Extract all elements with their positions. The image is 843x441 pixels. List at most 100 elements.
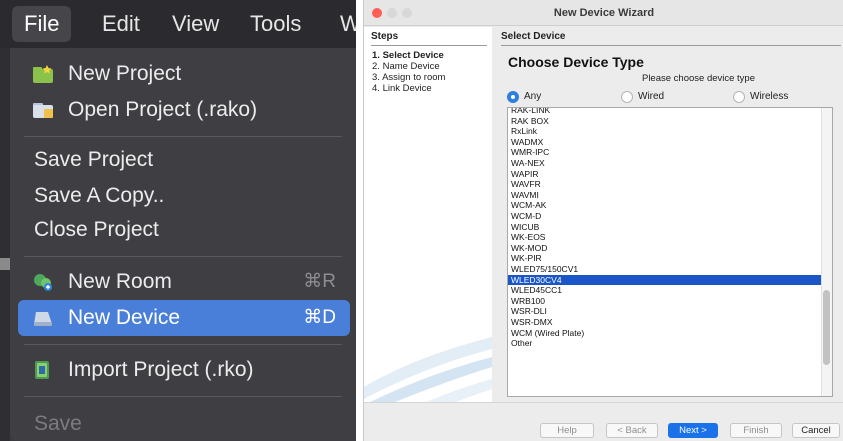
menu-item-label: Open Project (.rako) xyxy=(68,98,258,121)
step-select-device: 1. Select Device xyxy=(372,50,444,61)
menu-separator xyxy=(24,344,342,345)
import-icon xyxy=(35,361,49,379)
device-list-item-selected[interactable]: WLED30CV4 xyxy=(508,274,822,286)
radio-indicator xyxy=(507,91,519,103)
radio-any[interactable]: Any xyxy=(507,90,567,104)
step-name-device: 2. Name Device xyxy=(372,61,440,72)
device-list-item[interactable]: WSR-DMX xyxy=(508,317,822,328)
step-number: 4. xyxy=(372,83,380,94)
menu-item-label: Save A Copy.. xyxy=(34,184,165,207)
page-subtitle: Please choose device type xyxy=(641,73,756,84)
menu-item-label: Save xyxy=(34,412,82,435)
step-number: 2. xyxy=(372,61,380,72)
device-list-item[interactable]: WK-MOD xyxy=(508,243,822,254)
radio-wired[interactable]: Wired xyxy=(621,90,691,104)
menu-item-new-room[interactable]: New Room ⌘R xyxy=(18,264,350,300)
menu-item-label: Save Project xyxy=(34,148,154,171)
device-list-item[interactable]: WLED45CC1 xyxy=(508,285,822,296)
device-list-item[interactable]: RAK-LINK xyxy=(508,108,822,116)
radio-indicator xyxy=(733,91,745,103)
window-title: New Device Wizard xyxy=(553,7,655,19)
step-label: Link Device xyxy=(382,83,432,94)
steps-divider xyxy=(371,45,487,46)
menu-item-save[interactable]: Save xyxy=(18,406,350,441)
step-label: Assign to room xyxy=(382,72,446,83)
device-icon xyxy=(34,312,52,326)
menu-tools[interactable]: Tools xyxy=(238,6,313,42)
device-list-item[interactable]: Other xyxy=(508,338,822,349)
menu-item-label: Close Project xyxy=(34,218,159,241)
steps-panel: Steps 1. Select Device 2. Name Device 3.… xyxy=(364,27,492,427)
menu-item-new-device[interactable]: New Device ⌘D xyxy=(18,300,350,336)
folder-icon xyxy=(33,103,53,118)
list-scrollbar-thumb[interactable] xyxy=(823,290,830,365)
background-window-edge-highlight xyxy=(0,258,10,270)
menu-item-label: New Project xyxy=(68,62,182,85)
device-list-item[interactable]: WCM (Wired Plate) xyxy=(508,328,822,339)
finish-button[interactable]: Finish xyxy=(730,423,782,438)
menu-item-import-project[interactable]: Import Project (.rko) xyxy=(18,352,350,388)
menu-separator xyxy=(24,256,342,257)
menu-bar: File Edit View Tools W xyxy=(0,0,356,48)
device-list-item[interactable]: WK-EOS xyxy=(508,232,822,243)
menu-item-label: New Device xyxy=(68,306,181,329)
device-list-item[interactable]: WAVMI xyxy=(508,190,822,201)
steps-title: Steps xyxy=(371,31,399,42)
device-list-item[interactable]: WADMX xyxy=(508,137,822,148)
section-header: Select Device xyxy=(501,31,566,42)
new-device-wizard-window: New Device Wizard Steps 1. Select Device… xyxy=(363,0,843,441)
section-divider xyxy=(501,45,841,46)
device-list-item[interactable]: WLED75/150CV1 xyxy=(508,264,822,275)
menu-item-shortcut: ⌘D xyxy=(303,307,336,328)
menu-separator xyxy=(24,396,342,397)
device-list-item[interactable]: WA-NEX xyxy=(508,158,822,169)
menu-item-label: New Room xyxy=(68,270,172,293)
radio-label: Wireless xyxy=(750,91,789,102)
device-list-item[interactable]: RxLink xyxy=(508,126,822,137)
device-list-item[interactable]: RAK BOX xyxy=(508,116,822,127)
room-icon xyxy=(34,274,52,291)
menu-view[interactable]: View xyxy=(160,6,231,42)
device-list-item[interactable]: WMR-IPC xyxy=(508,147,822,158)
device-list-item[interactable]: WAVFR xyxy=(508,179,822,190)
menu-item-save-a-copy[interactable]: Save A Copy.. xyxy=(18,178,350,214)
menu-item-new-project[interactable]: New Project xyxy=(18,56,350,92)
menu-edit[interactable]: Edit xyxy=(90,6,152,42)
radio-wireless[interactable]: Wireless xyxy=(733,90,813,104)
menu-item-label: Import Project (.rko) xyxy=(68,358,254,381)
menu-item-save-project[interactable]: Save Project xyxy=(18,142,350,178)
back-button[interactable]: < Back xyxy=(606,423,658,438)
wizard-button-bar: Help < Back Next > Finish Cancel xyxy=(364,402,843,441)
device-list-item[interactable]: WCM-D xyxy=(508,211,822,222)
radio-indicator xyxy=(621,91,633,103)
device-type-list[interactable]: RAK-LINK RAK BOX RxLink WADMX WMR-IPC WA-NEX W… xyxy=(507,107,833,397)
menu-window[interactable]: W xyxy=(328,6,356,42)
background-window-edge xyxy=(0,48,10,441)
device-list-item[interactable]: WICUB xyxy=(508,222,822,233)
menu-file[interactable]: File xyxy=(12,6,72,42)
device-list-item[interactable]: WCM-AK xyxy=(508,200,822,211)
device-list-item[interactable]: WRB100 xyxy=(508,296,822,307)
menu-separator xyxy=(24,136,342,137)
step-number: 1. xyxy=(372,50,380,61)
radio-label: Wired xyxy=(638,91,665,102)
step-assign-room: 3. Assign to room xyxy=(372,72,445,83)
step-label: Name Device xyxy=(382,61,440,72)
step-number: 3. xyxy=(372,72,380,83)
window-titlebar: New Device Wizard xyxy=(364,0,843,26)
menu-item-shortcut: ⌘R xyxy=(303,271,336,292)
list-scrollbar[interactable] xyxy=(821,108,832,396)
next-button[interactable]: Next > xyxy=(668,423,718,438)
page-title: Choose Device Type xyxy=(508,54,644,70)
file-menu-screenshot: File Edit View Tools W New Project Open … xyxy=(0,0,356,441)
new-project-icon xyxy=(33,65,53,83)
step-link-device: 4. Link Device xyxy=(372,83,432,94)
menu-item-close-project[interactable]: Close Project xyxy=(18,212,350,248)
help-button[interactable]: Help xyxy=(540,423,594,438)
cancel-button[interactable]: Cancel xyxy=(792,423,840,438)
file-dropdown: New Project Open Project (.rako) Save Pr… xyxy=(10,48,356,441)
device-list-item[interactable]: WK-PIR xyxy=(508,253,822,264)
menu-item-open-project[interactable]: Open Project (.rako) xyxy=(18,92,350,128)
device-list-item[interactable]: WSR-DLI xyxy=(508,306,822,317)
device-list-item[interactable]: WAPIR xyxy=(508,169,822,180)
